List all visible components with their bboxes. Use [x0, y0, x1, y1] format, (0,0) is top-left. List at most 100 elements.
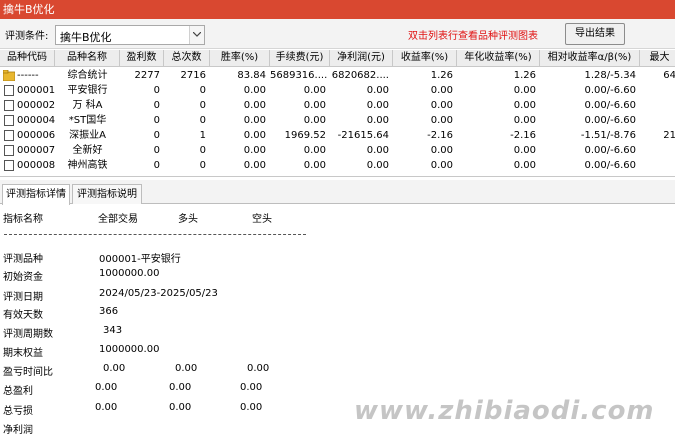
column-header-max[interactable]: 最大	[640, 50, 675, 67]
field-label: 有效天数	[3, 310, 43, 321]
cell-fee: 0.00	[303, 85, 326, 96]
cell-total-count: 0	[199, 145, 206, 156]
chevron-down-icon[interactable]	[189, 26, 204, 44]
field-label: 评测周期数	[3, 329, 53, 340]
metric-all: 0.00	[103, 363, 126, 374]
cell-return: -2.16	[427, 130, 453, 141]
column-header-fee[interactable]: 手续费(元)	[270, 50, 330, 67]
metric-long: 0.00	[169, 402, 192, 413]
cell-annual-return: 0.00	[513, 100, 536, 111]
criteria-select[interactable]: 擒牛B优化	[55, 25, 205, 45]
table-row-summary[interactable]: ------ 综合统计 2277 2716 83.84 5689316.... …	[0, 68, 675, 83]
cell-win-count: 0	[153, 160, 160, 171]
row-checkbox[interactable]	[4, 85, 14, 96]
cell-fee: 0.00	[303, 100, 326, 111]
field-label: 期末权益	[3, 348, 43, 359]
field-value: 1000000.00	[99, 268, 160, 279]
cell-total-count: 0	[199, 160, 206, 171]
cell-name: 综合统计	[67, 70, 108, 81]
column-header-annual-return[interactable]: 年化收益率(%)	[457, 50, 540, 67]
cell-annual-return: -2.16	[510, 130, 536, 141]
detail-tabs: 评测指标详情 评测指标说明	[0, 180, 675, 205]
cell-total-count: 0	[199, 85, 206, 96]
cell-net-profit: 0.00	[366, 115, 389, 126]
cell-win-rate: 0.00	[243, 160, 266, 171]
row-checkbox[interactable]	[4, 145, 14, 156]
table-row[interactable]: 000008 神州高铁 0 0 0.00 0.00 0.00 0.00 0.00…	[0, 158, 675, 173]
field-label: 初始资金	[3, 272, 43, 283]
metric-short: 0.00	[240, 402, 263, 413]
cell-net-profit: 0.00	[366, 85, 389, 96]
cell-max	[640, 158, 675, 173]
cell-max: 21	[663, 130, 675, 141]
metric-short: 0.00	[247, 363, 270, 374]
cell-win-count: 2277	[134, 70, 160, 81]
results-grid: 品种代码 品种名称 盈利数 总次数 胜率(%) 手续费(元) 净利润(元) 收益…	[0, 50, 675, 177]
column-header-return[interactable]: 收益率(%)	[393, 50, 457, 67]
cell-win-count: 0	[153, 100, 160, 111]
metric-label: 总亏损	[3, 406, 33, 417]
cell-code: 000007	[17, 145, 55, 156]
cell-net-profit: 6820682....	[331, 70, 389, 81]
cell-relative-return: 0.00/-6.60	[584, 115, 636, 126]
cell-relative-return: -1.51/-8.76	[580, 130, 636, 141]
criteria-label: 评测条件:	[5, 31, 49, 42]
table-row[interactable]: 000004 *ST国华 0 0 0.00 0.00 0.00 0.00 0.0…	[0, 113, 675, 128]
cell-win-rate: 0.00	[243, 85, 266, 96]
column-header-total-count[interactable]: 总次数	[164, 50, 210, 67]
detail-header-name: 指标名称	[3, 214, 43, 225]
table-row[interactable]: 000002 万 科A 0 0 0.00 0.00 0.00 0.00 0.00…	[0, 98, 675, 113]
export-button[interactable]: 导出结果	[565, 23, 625, 45]
table-row[interactable]: 000001 平安银行 0 0 0.00 0.00 0.00 0.00 0.00…	[0, 83, 675, 98]
cell-win-rate: 0.00	[243, 100, 266, 111]
metric-long: 0.00	[169, 382, 192, 393]
table-row[interactable]: 000006 深振业A 0 1 0.00 1969.52 -21615.64 -…	[0, 128, 675, 143]
cell-fee: 1969.52	[284, 130, 326, 141]
field-value: 1000000.00	[99, 344, 160, 355]
detail-header-all: 全部交易	[98, 214, 138, 225]
column-header-win-rate[interactable]: 胜率(%)	[210, 50, 270, 67]
column-header-win-count[interactable]: 盈利数	[120, 50, 164, 67]
table-row[interactable]: 000007 全新好 0 0 0.00 0.00 0.00 0.00 0.00 …	[0, 143, 675, 158]
tab-indicator-description[interactable]: 评测指标说明	[72, 184, 142, 204]
cell-return: 0.00	[430, 100, 453, 111]
cell-relative-return: 0.00/-6.60	[584, 145, 636, 156]
cell-return: 0.00	[430, 145, 453, 156]
cell-name: 神州高铁	[67, 160, 108, 171]
metric-long: 0.00	[175, 363, 198, 374]
metric-label: 盈亏时间比	[3, 367, 53, 378]
column-header-net-profit[interactable]: 净利润(元)	[330, 50, 393, 67]
tab-label: 评测指标说明	[77, 189, 137, 200]
detail-header-long: 多头	[178, 214, 198, 225]
cell-fee: 0.00	[303, 115, 326, 126]
cell-annual-return: 0.00	[513, 145, 536, 156]
row-checkbox[interactable]	[4, 130, 14, 141]
cell-total-count: 2716	[180, 70, 206, 81]
cell-code: 000006	[17, 130, 55, 141]
row-checkbox[interactable]	[4, 100, 14, 111]
tab-indicator-details[interactable]: 评测指标详情	[2, 184, 70, 205]
toolbar: 评测条件: 擒牛B优化 双击列表行查看品种评测图表 导出结果	[0, 19, 675, 49]
cell-max	[640, 83, 675, 98]
cell-code: 000001	[17, 85, 55, 96]
cell-max	[640, 113, 675, 128]
field-label: 评测日期	[3, 292, 43, 303]
metric-short: 0.00	[240, 382, 263, 393]
row-checkbox[interactable]	[4, 115, 14, 126]
cell-win-count: 0	[153, 145, 160, 156]
cell-return: 0.00	[430, 85, 453, 96]
column-header-name[interactable]: 品种名称	[55, 50, 120, 67]
metric-all: 0.00	[95, 382, 118, 393]
cell-win-count: 0	[153, 115, 160, 126]
cell-return: 1.26	[430, 70, 453, 81]
cell-return: 0.00	[430, 160, 453, 171]
column-header-relative-return[interactable]: 相对收益率α/β(%)	[540, 50, 640, 67]
metric-all: 0.00	[95, 402, 118, 413]
cell-win-rate: 0.00	[243, 145, 266, 156]
field-value: 366	[99, 306, 119, 317]
cell-relative-return: 0.00/-6.60	[584, 100, 636, 111]
row-checkbox[interactable]	[4, 160, 14, 171]
cell-fee: 0.00	[303, 145, 326, 156]
column-header-code[interactable]: 品种代码	[0, 50, 55, 67]
tab-label: 评测指标详情	[6, 189, 66, 200]
